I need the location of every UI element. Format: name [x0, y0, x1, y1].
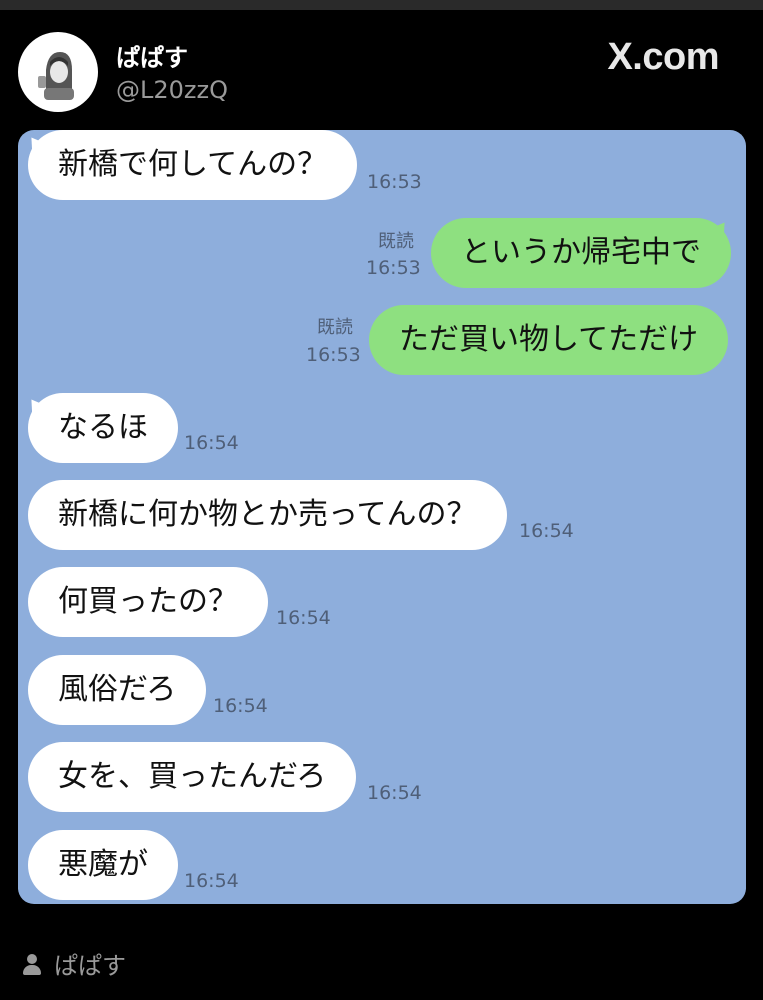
message-time: 16:53: [306, 344, 361, 366]
message-bubble: 新橋に何か物とか売ってんの？: [28, 480, 507, 550]
message-bubble: 風俗だろ: [28, 655, 207, 725]
display-name: ぱぱす: [116, 44, 188, 72]
message-text: ただ買い物してただけ: [399, 322, 699, 357]
message-time: 16:54: [519, 520, 574, 542]
message-text: というか帰宅中で: [461, 235, 701, 270]
illustrated-person-avatar-icon: [38, 52, 74, 100]
author-footer[interactable]: ぱぱす: [22, 946, 126, 981]
message-time: 16:53: [367, 171, 422, 193]
message-time: 16:54: [213, 695, 268, 717]
message-text: 新橋に何か物とか売ってんの？: [58, 497, 477, 532]
read-receipt: 既読: [317, 317, 353, 338]
message-bubble: なるほ: [28, 393, 178, 463]
chat-screenshot: 新橋で何してんの？ 16:53 というか帰宅中で 既読 16:53 ただ買い物し…: [18, 130, 746, 904]
footer-author-name: ぱぱす: [54, 952, 126, 980]
message-text: 何買ったの？: [58, 584, 238, 619]
message-time: 16:54: [184, 432, 239, 454]
message-text: 新橋で何してんの？: [58, 147, 328, 182]
message-bubble: ただ買い物してただけ: [369, 305, 729, 375]
message-bubble: 何買ったの？: [28, 567, 268, 637]
message-text: 風俗だろ: [58, 672, 177, 707]
message-bubble: 女を、買ったんだろ: [28, 742, 357, 812]
message-time: 16:54: [276, 607, 331, 629]
message-time: 16:54: [367, 782, 422, 804]
user-handle: @L20zzQ: [116, 76, 228, 104]
message-text: 悪魔が: [58, 847, 148, 882]
message-time: 16:54: [184, 870, 239, 892]
read-receipt: 既読: [378, 231, 414, 252]
avatar[interactable]: [18, 32, 98, 112]
message-time: 16:53: [366, 257, 421, 279]
message-text: 女を、買ったんだろ: [58, 759, 327, 794]
person-icon: [22, 952, 42, 976]
message-bubble: というか帰宅中で: [431, 218, 731, 288]
site-logo: X.com: [607, 36, 719, 78]
message-bubble: 悪魔が: [28, 830, 178, 900]
message-bubble: 新橋で何してんの？: [28, 130, 358, 200]
message-text: なるほ: [58, 410, 148, 445]
top-strip: [0, 0, 763, 10]
